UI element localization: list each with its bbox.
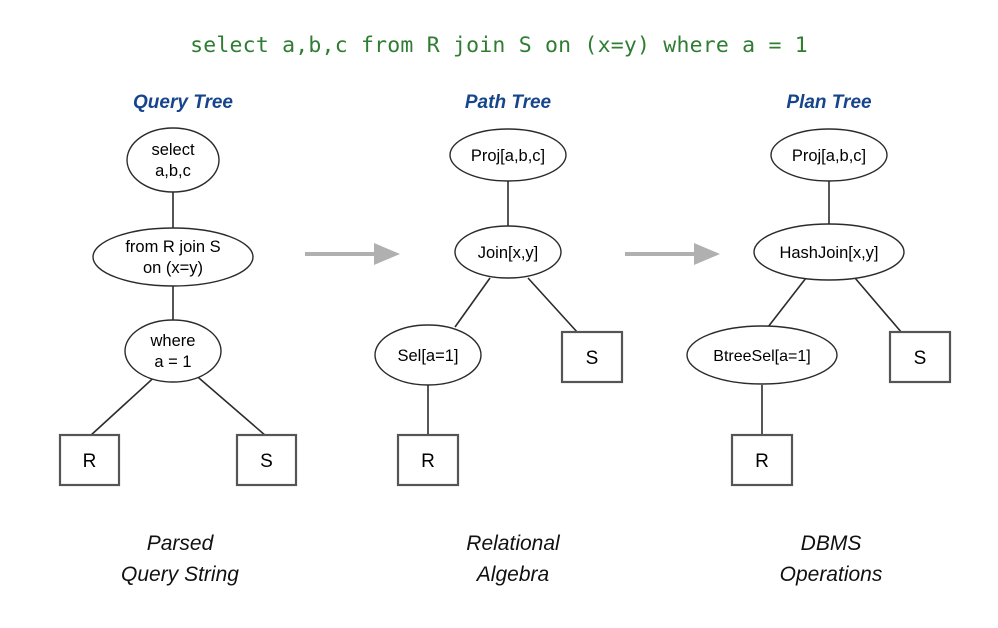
node-where-line1: where: [150, 332, 196, 350]
node-relation-s-path-label: S: [586, 348, 599, 369]
plan-tree-group: Proj[a,b,c] HashJoin[x,y] BtreeSel[a=1] …: [686, 128, 952, 487]
caption-path-tree-line1: Relational: [466, 532, 561, 555]
node-proj-plan[interactable]: Proj[a,b,c]: [770, 128, 888, 182]
node-where-line2: a = 1: [154, 353, 191, 371]
node-sel-path-label: Sel[a=1]: [397, 347, 458, 365]
node-relation-s-plan-label: S: [914, 348, 927, 369]
node-proj-plan-label: Proj[a,b,c]: [792, 147, 866, 165]
edge-join-to-sel: [454, 277, 491, 328]
node-from-join-line1: from R join S: [125, 238, 220, 256]
node-relation-s-plan[interactable]: S: [888, 330, 952, 384]
node-from-join-line2: on (x=y): [143, 259, 203, 277]
query-tree-group: select a,b,c from R join S on (x=y) wher…: [58, 127, 298, 487]
diagram-canvas: select a,b,c from R join S on (x=y) wher…: [0, 0, 998, 628]
caption-plan-tree-line1: DBMS: [801, 532, 862, 555]
heading-query-tree: Query Tree: [133, 92, 233, 113]
caption-query-tree: Parsed Query String: [121, 532, 239, 586]
edge-where-to-r: [89, 371, 161, 437]
node-relation-r-query[interactable]: R: [58, 433, 121, 487]
heading-path-tree: Path Tree: [465, 92, 552, 113]
query-processing-diagram: select a,b,c from R join S on (x=y) wher…: [58, 33, 952, 586]
sql-query-text: select a,b,c from R join S on (x=y) wher…: [190, 33, 808, 58]
caption-path-tree-line2: Algebra: [475, 563, 549, 586]
edge-hashjoin-to-s: [854, 277, 903, 334]
node-select[interactable]: select a,b,c: [126, 127, 220, 193]
caption-query-tree-line1: Parsed: [147, 532, 215, 555]
edge-hashjoin-to-btreesel: [767, 277, 807, 328]
node-relation-r-plan-label: R: [755, 451, 769, 472]
node-relation-r-plan[interactable]: R: [730, 433, 794, 487]
node-hashjoin-plan[interactable]: HashJoin[x,y]: [753, 223, 905, 281]
heading-plan-tree: Plan Tree: [786, 92, 872, 113]
edge-where-to-s: [191, 371, 267, 437]
node-relation-s-query-label: S: [260, 451, 273, 472]
node-where[interactable]: where a = 1: [124, 319, 222, 383]
caption-query-tree-line2: Query String: [121, 563, 239, 586]
node-relation-s-path[interactable]: S: [560, 330, 624, 384]
node-relation-r-path-label: R: [421, 451, 435, 472]
node-join-path-label: Join[x,y]: [478, 244, 539, 262]
node-select-line1: select: [151, 141, 195, 159]
arrow-query-to-path: [305, 243, 400, 265]
caption-path-tree: Relational Algebra: [466, 532, 561, 586]
path-tree-group: Proj[a,b,c] Join[x,y] Sel[a=1] S R: [374, 128, 624, 487]
node-btreesel-plan-label: BtreeSel[a=1]: [713, 348, 810, 365]
node-sel-path[interactable]: Sel[a=1]: [374, 324, 482, 386]
node-proj-path[interactable]: Proj[a,b,c]: [449, 128, 567, 182]
arrow-path-to-plan: [625, 243, 720, 265]
node-hashjoin-plan-label: HashJoin[x,y]: [779, 244, 878, 262]
node-proj-path-label: Proj[a,b,c]: [471, 147, 545, 165]
edge-join-to-s: [527, 277, 579, 334]
node-select-line2: a,b,c: [155, 162, 191, 180]
node-btreesel-plan[interactable]: BtreeSel[a=1]: [686, 325, 838, 385]
node-relation-r-query-label: R: [83, 451, 97, 472]
node-from-join[interactable]: from R join S on (x=y): [92, 227, 254, 287]
node-join-path[interactable]: Join[x,y]: [454, 225, 562, 279]
caption-plan-tree: DBMS Operations: [780, 532, 883, 586]
caption-plan-tree-line2: Operations: [780, 563, 883, 586]
node-relation-r-path[interactable]: R: [396, 433, 460, 487]
node-relation-s-query[interactable]: S: [235, 433, 298, 487]
